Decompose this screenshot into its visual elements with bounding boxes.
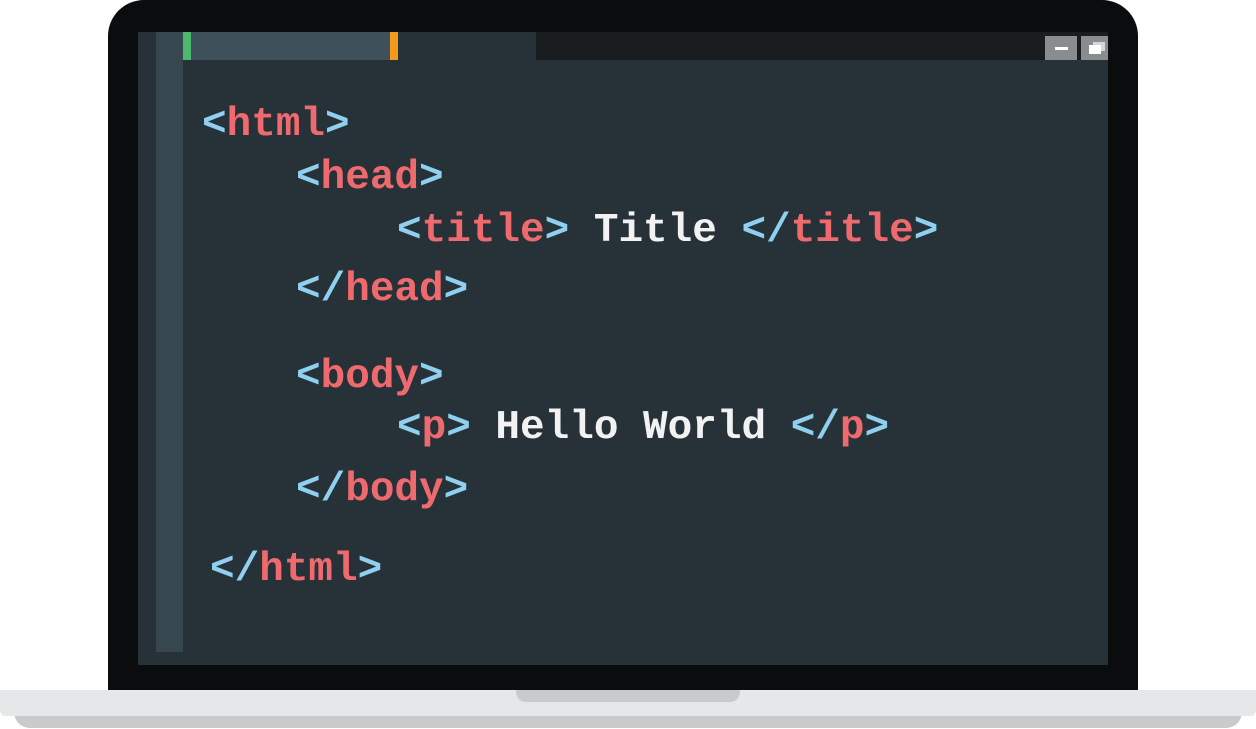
code-line: <p> Hello World </p> bbox=[397, 403, 889, 453]
code-line: <body> bbox=[296, 352, 444, 402]
maximize-button[interactable] bbox=[1081, 36, 1108, 60]
code-bracket: < bbox=[397, 208, 422, 254]
minimize-button[interactable] bbox=[1045, 36, 1077, 60]
code-bracket: < bbox=[202, 102, 227, 148]
code-line: <html> bbox=[202, 100, 350, 150]
laptop-lid-notch bbox=[516, 690, 740, 702]
code-bracket: < bbox=[296, 354, 321, 400]
code-line: </html> bbox=[210, 545, 382, 595]
code-bracket: </ bbox=[296, 267, 346, 313]
code-tag-name: title bbox=[421, 208, 545, 254]
code-line: </body> bbox=[296, 465, 468, 515]
code-bracket: > bbox=[544, 208, 570, 254]
tab-second[interactable] bbox=[398, 32, 536, 60]
code-line: <title> Title </title> bbox=[397, 206, 938, 256]
code-bracket: > bbox=[864, 405, 890, 451]
code-area[interactable]: <html> <head> <title> Title </title> </h… bbox=[138, 32, 938, 593]
code-bracket: > bbox=[913, 208, 939, 254]
restore-icon bbox=[1089, 42, 1105, 54]
code-bracket: </ bbox=[790, 405, 840, 451]
code-tag-name: p bbox=[839, 405, 865, 451]
code-bracket: > bbox=[357, 547, 383, 593]
code-bracket: > bbox=[443, 467, 469, 513]
tab-bar: x bbox=[183, 32, 1108, 60]
code-tag-name: body bbox=[320, 354, 420, 400]
code-line: </head> bbox=[296, 265, 468, 315]
code-tag-name: head bbox=[320, 155, 420, 201]
code-editor-window: x <html> <head> <title> Title </title> <… bbox=[138, 32, 1108, 665]
tab-active-right-marker bbox=[390, 32, 398, 60]
code-bracket: > bbox=[443, 267, 469, 313]
code-tag-name: html bbox=[259, 547, 358, 593]
code-tag-name: p bbox=[421, 405, 447, 451]
code-text: Title bbox=[569, 208, 742, 254]
minimize-icon bbox=[1054, 46, 1068, 50]
code-bracket: </ bbox=[210, 547, 260, 593]
code-bracket: > bbox=[419, 354, 444, 400]
code-bracket: </ bbox=[296, 467, 346, 513]
code-tag-name: head bbox=[345, 267, 444, 313]
laptop-base bbox=[0, 690, 1256, 729]
code-tag-name: title bbox=[790, 208, 914, 254]
code-bracket: < bbox=[296, 155, 321, 201]
code-line: <head> bbox=[296, 153, 444, 203]
code-bracket: > bbox=[419, 155, 444, 201]
code-tag-name: html bbox=[226, 102, 326, 148]
code-bracket: < bbox=[397, 405, 422, 451]
code-bracket: > bbox=[446, 405, 471, 451]
code-bracket: > bbox=[325, 102, 350, 148]
code-bracket: </ bbox=[741, 208, 791, 254]
code-text: Hello World bbox=[470, 405, 791, 451]
code-tag-name: body bbox=[345, 467, 444, 513]
